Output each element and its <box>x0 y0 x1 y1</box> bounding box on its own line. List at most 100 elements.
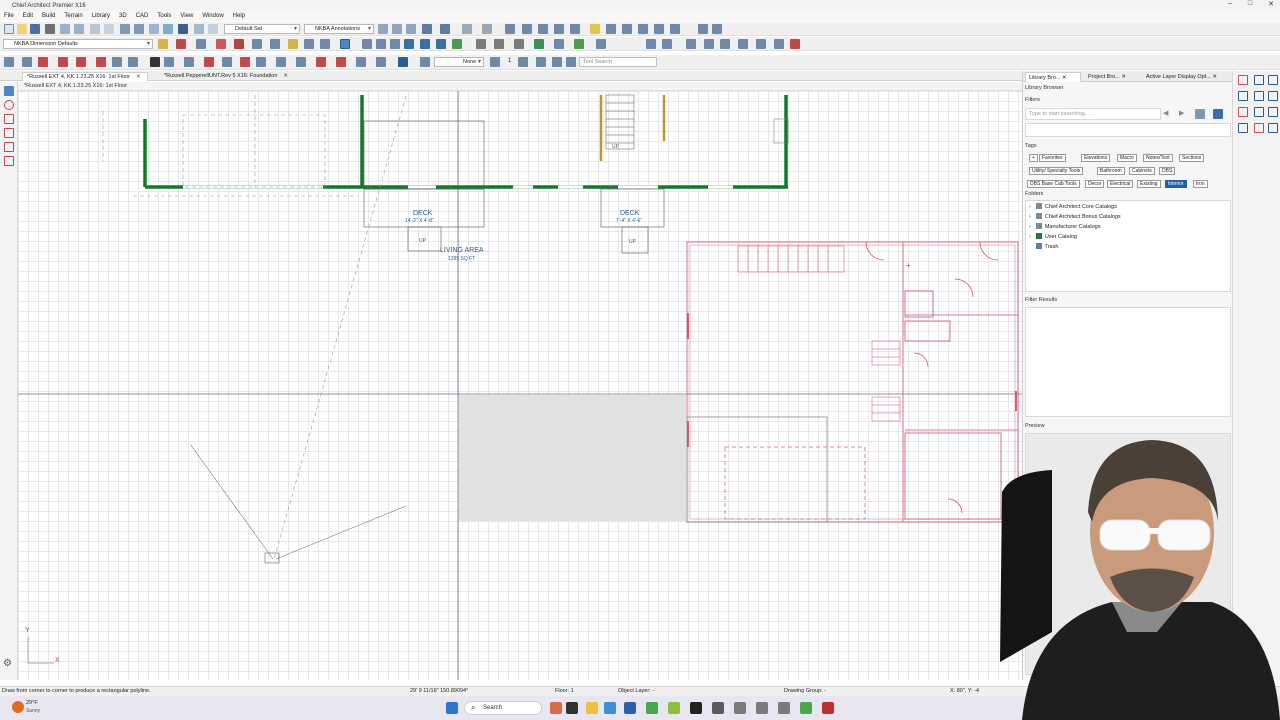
floor-down-icon[interactable] <box>570 24 580 34</box>
tab-1st-floor[interactable]: *Russell EXT 4, KK.1.23.25 X16: 1st Floo… <box>22 72 148 81</box>
move-icon[interactable] <box>476 39 486 49</box>
materials-icon[interactable] <box>606 24 616 34</box>
edge-icon[interactable] <box>604 702 616 714</box>
folder-bonus-catalogs[interactable]: › Chief Architect Bonus Catalogs <box>1029 213 1121 220</box>
marker-icon[interactable] <box>256 57 266 67</box>
text-style-icon[interactable] <box>176 39 186 49</box>
close-view-icon[interactable] <box>790 39 800 49</box>
cad-icon[interactable] <box>204 57 214 67</box>
select-arrow-icon[interactable] <box>4 57 14 67</box>
menu-3d[interactable]: 3D <box>119 13 127 19</box>
electrical-icon[interactable] <box>150 57 160 67</box>
tag-utility[interactable]: Utility/ Specialty Tools <box>1029 167 1084 175</box>
defaults-icon[interactable] <box>194 24 204 34</box>
menu-window[interactable]: Window <box>202 13 223 19</box>
elevation-icon[interactable] <box>440 24 450 34</box>
app-icon-2[interactable] <box>690 702 702 714</box>
app-icon-1[interactable] <box>668 702 680 714</box>
maximize-button[interactable]: □ <box>1248 0 1252 8</box>
plant-icon[interactable] <box>376 57 386 67</box>
tag-notes-text[interactable]: Notes/Text <box>1143 154 1173 162</box>
tape-icon[interactable] <box>654 24 664 34</box>
orbit-icon[interactable] <box>1268 91 1278 101</box>
folder-manufacturer-catalogs[interactable]: › Manufacturer Catalogs <box>1029 223 1100 230</box>
new-file-icon[interactable] <box>4 24 14 34</box>
eyedropper-icon[interactable] <box>566 57 576 67</box>
folder-trash[interactable]: Trash <box>1029 243 1058 250</box>
tag-dbs[interactable]: DBS <box>1159 167 1176 175</box>
gear-icon[interactable]: ⚙ <box>3 658 12 669</box>
box-tool-icon[interactable] <box>4 128 14 138</box>
edit-icon[interactable] <box>134 24 144 34</box>
edit-tool-icon[interactable] <box>1238 107 1248 117</box>
line-weight-value[interactable]: 1 <box>508 58 511 64</box>
group-icon[interactable] <box>704 39 714 49</box>
view-icon[interactable] <box>1254 91 1264 101</box>
scale-icon[interactable] <box>514 39 524 49</box>
forward-arrow-icon[interactable]: ▶ <box>1179 109 1184 117</box>
select-objects-icon[interactable] <box>120 24 130 34</box>
3d-view-icon[interactable] <box>398 57 408 67</box>
file-explorer-icon[interactable] <box>586 702 598 714</box>
close-button[interactable]: ✕ <box>1268 0 1274 8</box>
help-icon[interactable] <box>178 24 188 34</box>
redo-icon[interactable] <box>74 24 84 34</box>
transform-icon[interactable] <box>554 39 564 49</box>
tab-foundation[interactable]: *Russell.PepperellUNT.Rev 5 X16: Foundat… <box>160 72 296 81</box>
line-color-icon[interactable] <box>490 57 500 67</box>
line-style-select[interactable]: None <box>434 57 484 67</box>
layer-toggle-icon[interactable] <box>1268 107 1278 117</box>
close-icon[interactable]: ✕ <box>283 73 288 79</box>
menu-terrain[interactable]: Terrain <box>64 13 82 19</box>
offset-icon[interactable] <box>436 39 446 49</box>
fill-style-icon[interactable] <box>316 57 326 67</box>
arrow-icon[interactable] <box>196 39 206 49</box>
fillet-icon[interactable] <box>404 39 414 49</box>
annotation-set-select[interactable]: NKBA Annotations <box>304 24 374 34</box>
delete-icon[interactable] <box>234 39 244 49</box>
print-icon[interactable] <box>45 24 55 34</box>
save-icon[interactable] <box>30 24 40 34</box>
arc-icon[interactable] <box>304 39 314 49</box>
grid-icon[interactable] <box>534 39 544 49</box>
arrow-style-icon[interactable] <box>518 57 528 67</box>
tag-elevations[interactable]: Elevations <box>1081 154 1111 162</box>
plan-icon[interactable] <box>712 24 722 34</box>
line-icon[interactable] <box>252 39 262 49</box>
app-icon-7[interactable] <box>800 702 812 714</box>
room-icon[interactable] <box>356 57 366 67</box>
zoom-icon[interactable] <box>505 24 515 34</box>
undo-icon[interactable] <box>60 24 70 34</box>
tag-favorites[interactable]: Favorites <box>1039 154 1066 162</box>
line-style-icon[interactable] <box>420 57 430 67</box>
terrain-icon[interactable] <box>164 57 174 67</box>
tag-dbs-base-cab[interactable]: DBS Base Cab Tools <box>1027 180 1080 188</box>
polygon-tool-icon[interactable] <box>4 142 14 152</box>
layer-icon[interactable] <box>149 24 159 34</box>
weather-icon[interactable] <box>12 701 24 713</box>
tag-bathroom[interactable]: Bathroom <box>1097 167 1125 175</box>
tab-active-layer-display[interactable]: Active Layer Display Opt... ✕ <box>1143 72 1231 82</box>
callout-icon[interactable] <box>240 57 250 67</box>
minimize-button[interactable]: – <box>1228 0 1232 8</box>
render-icon[interactable] <box>462 24 472 34</box>
snap-icon[interactable] <box>1254 107 1264 117</box>
group-select-icon[interactable] <box>216 39 226 49</box>
filter-results-list[interactable] <box>1025 307 1231 417</box>
tag-sections[interactable]: Sections <box>1179 154 1205 162</box>
menu-edit[interactable]: Edit <box>23 13 33 19</box>
tag-electrical[interactable]: Electrical <box>1107 180 1134 188</box>
menu-library[interactable]: Library <box>92 13 110 19</box>
replicate-icon[interactable] <box>686 39 696 49</box>
back-arrow-icon[interactable]: ◀ <box>1163 109 1168 117</box>
dimension-icon[interactable] <box>378 24 388 34</box>
copy-style-icon[interactable] <box>536 57 546 67</box>
point-icon[interactable] <box>362 39 372 49</box>
color-icon[interactable] <box>622 24 632 34</box>
tag-interior[interactable]: Interior <box>1165 180 1187 188</box>
close-icon[interactable]: ✕ <box>136 74 141 80</box>
widgets-icon[interactable] <box>550 702 562 714</box>
tag-existing[interactable]: Existing <box>1137 180 1161 188</box>
walls-icon[interactable] <box>22 57 32 67</box>
pan-icon[interactable] <box>538 24 548 34</box>
